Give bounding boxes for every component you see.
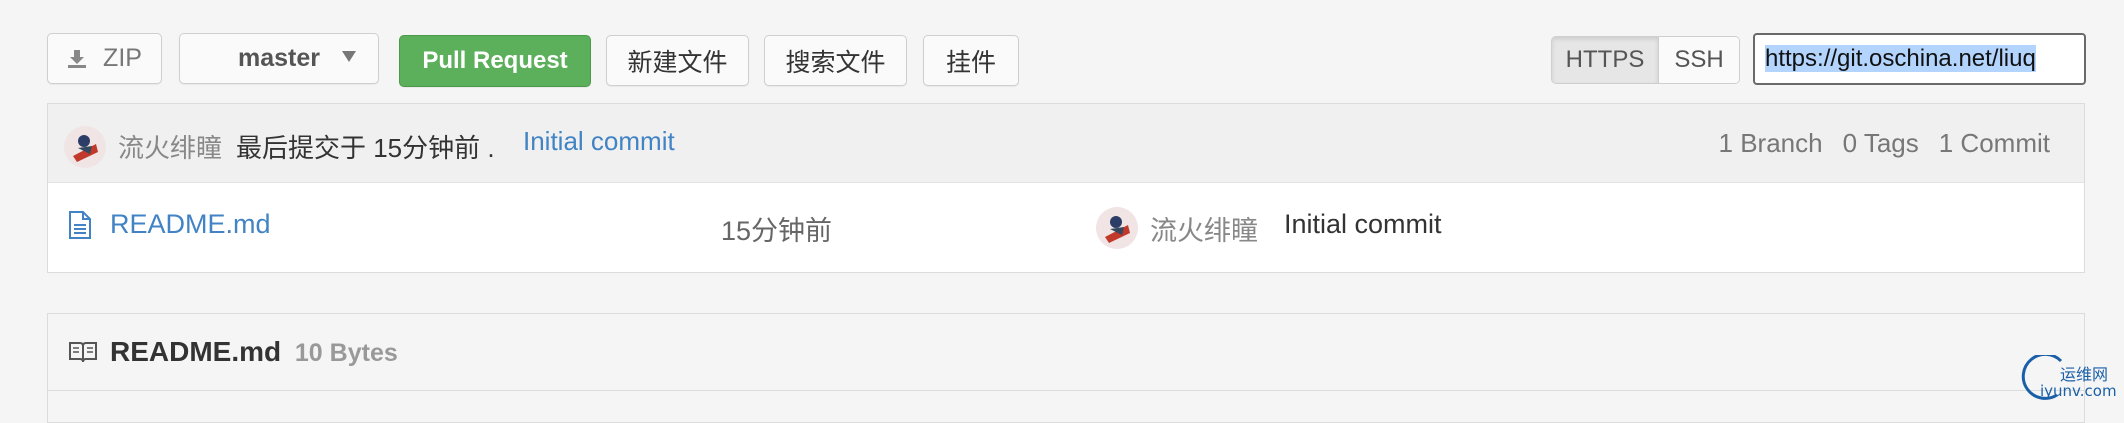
widget-button[interactable]: 挂件 — [923, 35, 1019, 86]
file-commit-message[interactable]: Initial commit — [1284, 209, 1442, 240]
file-icon — [68, 210, 92, 245]
branch-select[interactable]: master — [179, 33, 379, 84]
watermark-en: iyunv.com — [2040, 382, 2117, 400]
commit-author-link[interactable]: 流火绯瞳 — [118, 128, 222, 165]
commit-time-text: 最后提交于 15分钟前 . — [236, 133, 495, 163]
download-icon — [67, 49, 87, 69]
https-tab[interactable]: HTTPS — [1552, 37, 1659, 83]
avatar[interactable] — [1096, 207, 1138, 249]
commit-message-link[interactable]: Initial commit — [523, 126, 675, 157]
book-icon — [68, 340, 98, 369]
clone-url-input[interactable]: https://git.oschina.net/liuq — [1753, 33, 2086, 85]
readme-filename: README.md — [110, 336, 282, 367]
branch-label: master — [238, 44, 320, 72]
file-time: 15分钟前 — [721, 216, 833, 246]
zip-label: ZIP — [103, 44, 142, 72]
branch-count-link[interactable]: 1 Branch — [1719, 128, 1823, 159]
caret-down-icon — [342, 51, 356, 62]
commit-count-link[interactable]: 1 Commit — [1939, 128, 2050, 159]
tag-count-link[interactable]: 0 Tags — [1843, 128, 1919, 159]
avatar[interactable] — [64, 126, 106, 168]
clone-url-text: https://git.oschina.net/liuq — [1765, 45, 2036, 72]
repo-stats: 1 Branch 0 Tags 1 Commit — [1719, 128, 2050, 159]
readme-header: README.md 10 Bytes — [48, 314, 2084, 391]
new-file-button[interactable]: 新建文件 — [606, 35, 749, 86]
file-row: README.md 15分钟前 流火绯瞳 Initial commit — [48, 183, 2084, 271]
download-zip-button[interactable]: ZIP — [47, 33, 162, 84]
file-author-link[interactable]: 流火绯瞳 — [1150, 209, 1258, 248]
clone-protocol-toggle: HTTPS SSH — [1551, 36, 1740, 84]
readme-size: 10 Bytes — [294, 339, 398, 367]
file-name-link[interactable]: README.md — [110, 209, 271, 240]
ssh-tab[interactable]: SSH — [1659, 37, 1739, 83]
readme-panel: README.md 10 Bytes — [47, 313, 2085, 423]
search-file-button[interactable]: 搜索文件 — [764, 35, 907, 86]
readme-title: README.md 10 Bytes — [110, 336, 398, 368]
last-commit-bar: 流火绯瞳 最后提交于 15分钟前 . Initial commit 1 Bran… — [48, 104, 2084, 183]
pull-request-button[interactable]: Pull Request — [399, 35, 591, 87]
file-list-panel: 流火绯瞳 最后提交于 15分钟前 . Initial commit 1 Bran… — [47, 103, 2085, 273]
